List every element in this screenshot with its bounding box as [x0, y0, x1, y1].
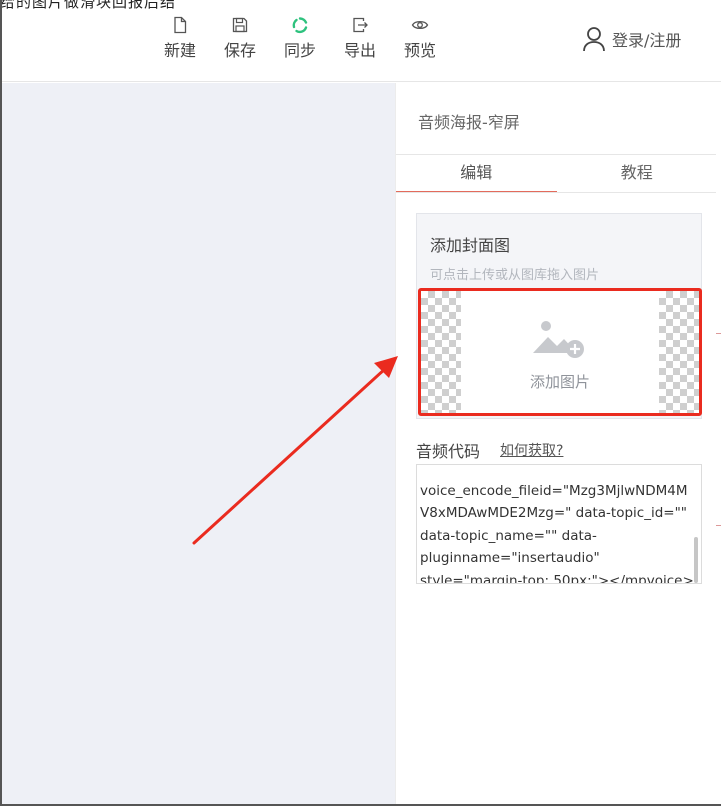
code-line: voice_encode_fileid="Mzg3MjlwNDM4M: [420, 482, 688, 499]
code-line: V8xMDAwMDE2Mzg=" data-topic_id="": [420, 505, 688, 521]
add-image-upload[interactable]: 添加图片: [418, 288, 702, 416]
divider: [396, 192, 717, 193]
export-button[interactable]: 导出: [330, 16, 390, 61]
eye-icon: [411, 20, 429, 30]
code-line: data-topic_name="" data-: [420, 527, 597, 544]
save-button[interactable]: 保存: [210, 16, 270, 61]
sync-button-label: 同步: [283, 41, 316, 60]
sync-icon: [292, 17, 308, 34]
export-icon: [353, 17, 368, 33]
window-border: [0, 0, 2, 806]
new-file-icon: [174, 16, 187, 34]
code-line: style="margin-top: 50px;"></mpvoice>: [420, 572, 694, 584]
how-to-get-link[interactable]: 如何获取?: [500, 440, 563, 460]
transparency-pattern: [659, 291, 699, 413]
cover-image-section: 添加封面图 可点击上传或从图库拖入图片 添加图片: [416, 213, 702, 419]
top-header: 给的图片做滑块回报后结 新建 保存 同步 导出 预览 登录/注册: [0, 0, 721, 82]
cut-off-text: 给的图片做滑块回报后结: [0, 0, 177, 11]
user-icon: [583, 27, 605, 52]
editor-panel: 音频海报-窄屏 编辑 教程 添加封面图 可点击上传或从图库拖入图片 添加图片 音…: [395, 83, 717, 806]
window-edge: [716, 83, 721, 806]
tab-edit[interactable]: 编辑: [396, 155, 557, 193]
toolbar: 新建 保存 同步 导出 预览: [150, 16, 450, 61]
textarea-scrollbar[interactable]: [694, 537, 698, 583]
app-window: 给的图片做滑块回报后结 新建 保存 同步 导出 预览 登录/注册 音频海报-窄屏…: [0, 0, 721, 806]
cover-section-title: 添加封面图: [430, 236, 511, 255]
preview-button-label: 预览: [403, 41, 436, 60]
sync-button[interactable]: 同步: [270, 16, 330, 61]
template-title: 音频海报-窄屏: [418, 113, 520, 132]
new-button[interactable]: 新建: [150, 16, 210, 61]
transparency-pattern: [421, 291, 461, 413]
cover-section-hint: 可点击上传或从图库拖入图片: [430, 268, 600, 283]
image-add-icon: [533, 321, 584, 358]
login-register-label: 登录/注册: [612, 31, 682, 50]
login-register-button[interactable]: 登录/注册: [582, 26, 681, 52]
code-line: pluginname="insertaudio": [420, 550, 600, 566]
audio-code-textarea[interactable]: voice_encode_fileid="Mzg3MjlwNDM4M V8xMD…: [416, 464, 702, 584]
add-image-label: 添加图片: [529, 373, 590, 391]
export-button-label: 导出: [343, 41, 376, 60]
audio-code-title: 音频代码: [416, 442, 481, 461]
edge-mark: [716, 333, 721, 334]
panel-tabs: 编辑 教程: [396, 155, 717, 193]
save-button-label: 保存: [223, 41, 256, 60]
edge-mark: [716, 525, 721, 526]
preview-button[interactable]: 预览: [390, 16, 450, 61]
new-button-label: 新建: [163, 41, 196, 60]
save-icon: [232, 17, 248, 33]
tab-tutorial[interactable]: 教程: [557, 155, 718, 193]
design-canvas[interactable]: [0, 83, 395, 806]
audio-code-text: voice_encode_fileid="Mzg3MjlwNDM4M V8xMD…: [420, 465, 694, 584]
